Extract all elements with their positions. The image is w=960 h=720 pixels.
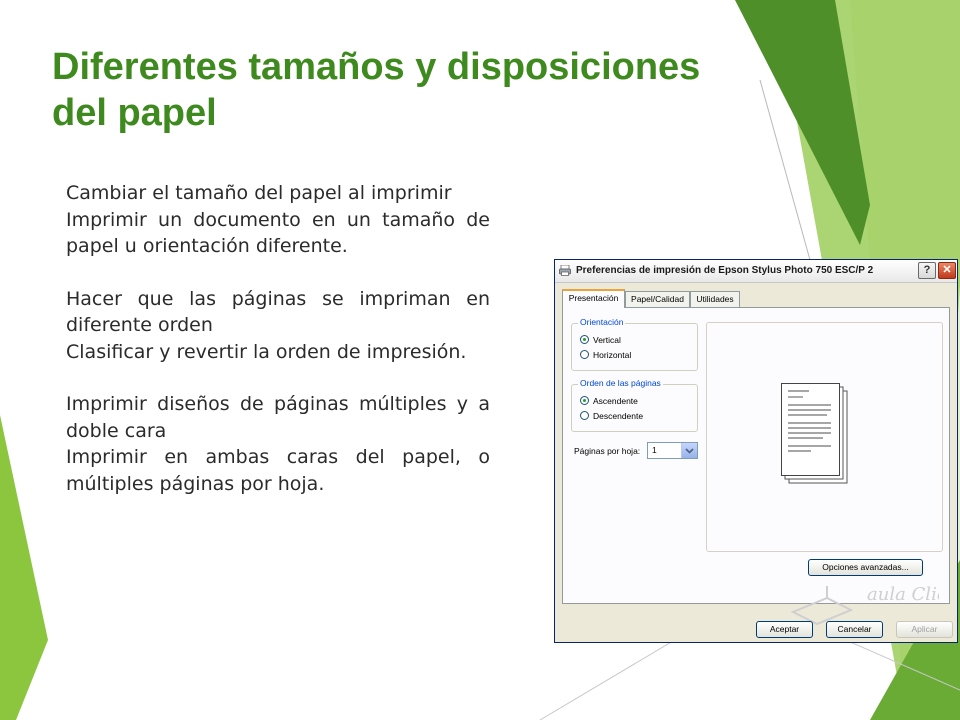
radio-ascendente-label: Ascendente: [593, 396, 638, 406]
radio-checked-icon: [580, 335, 589, 344]
orientation-legend: Orientación: [578, 317, 626, 327]
advanced-options-button[interactable]: Opciones avanzadas...: [808, 559, 923, 576]
left-green-stripe: [0, 415, 48, 720]
slide-title-line-2: del papel: [52, 92, 217, 134]
chevron-down-icon[interactable]: [681, 443, 697, 458]
tab-presentacion[interactable]: Presentación: [562, 289, 625, 308]
paragraph-change-paper-size: Cambiar el tamaño del papel al imprimir: [66, 182, 452, 204]
paragraph-print-different-size: Imprimir un documento en un tamaño de pa…: [66, 208, 490, 258]
radio-horizontal-label: Horizontal: [593, 350, 632, 360]
page-preview-icon: [781, 383, 848, 484]
layout-preview: [706, 322, 943, 552]
paragraph-page-order: Hacer que las páginas se impriman en dif…: [66, 287, 490, 337]
dialog-title: Preferencias de impresión de Epson Stylu…: [576, 265, 874, 276]
radio-descendente-label: Descendente: [593, 411, 644, 421]
presentacion-tab-panel: Orientación Vertical Horizontal Orden de…: [562, 307, 950, 604]
pages-per-sheet-select[interactable]: 1: [647, 442, 698, 459]
dialog-titlebar[interactable]: Preferencias de impresión de Epson Stylu…: [555, 260, 957, 283]
help-button[interactable]: ?: [918, 262, 936, 279]
radio-vertical-label: Vertical: [593, 335, 621, 345]
page-order-group: Orden de las páginas Ascendente Descende…: [571, 378, 698, 432]
paragraph-multi-page-layout: Imprimir diseños de páginas múltiples y …: [66, 393, 490, 442]
radio-unchecked-icon: [580, 350, 589, 359]
watermark-text: aula Clic: [867, 584, 939, 605]
printer-icon: [559, 265, 571, 276]
tab-utilidades[interactable]: Utilidades: [690, 291, 740, 307]
pages-per-sheet-value: 1: [652, 445, 657, 455]
paragraph-collate-reverse: Clasificar y revertir la orden de impres…: [66, 340, 467, 363]
radio-unchecked-icon: [580, 411, 589, 420]
cancel-button[interactable]: Cancelar: [826, 621, 883, 638]
slide-title: Diferentes tamaños y disposiciones del p…: [52, 44, 832, 136]
accept-button[interactable]: Aceptar: [756, 621, 813, 638]
slide-body-text: Cambiar el tamaño del papel al imprimir …: [66, 180, 490, 497]
paragraph-duplex-printing: Imprimir en ambas caras del papel, o múl…: [66, 446, 490, 495]
close-button[interactable]: ✕: [938, 262, 956, 279]
slide-title-line-1: Diferentes tamaños y disposiciones: [52, 46, 701, 88]
pages-per-sheet-label: Páginas por hoja:: [574, 446, 641, 456]
tab-papel-calidad[interactable]: Papel/Calidad: [625, 291, 690, 307]
print-preferences-dialog: Preferencias de impresión de Epson Stylu…: [554, 259, 958, 643]
apply-button[interactable]: Aplicar: [896, 621, 953, 638]
orientation-group: Orientación Vertical Horizontal: [571, 317, 698, 371]
radio-checked-icon: [580, 396, 589, 405]
page-order-legend: Orden de las páginas: [578, 378, 663, 388]
